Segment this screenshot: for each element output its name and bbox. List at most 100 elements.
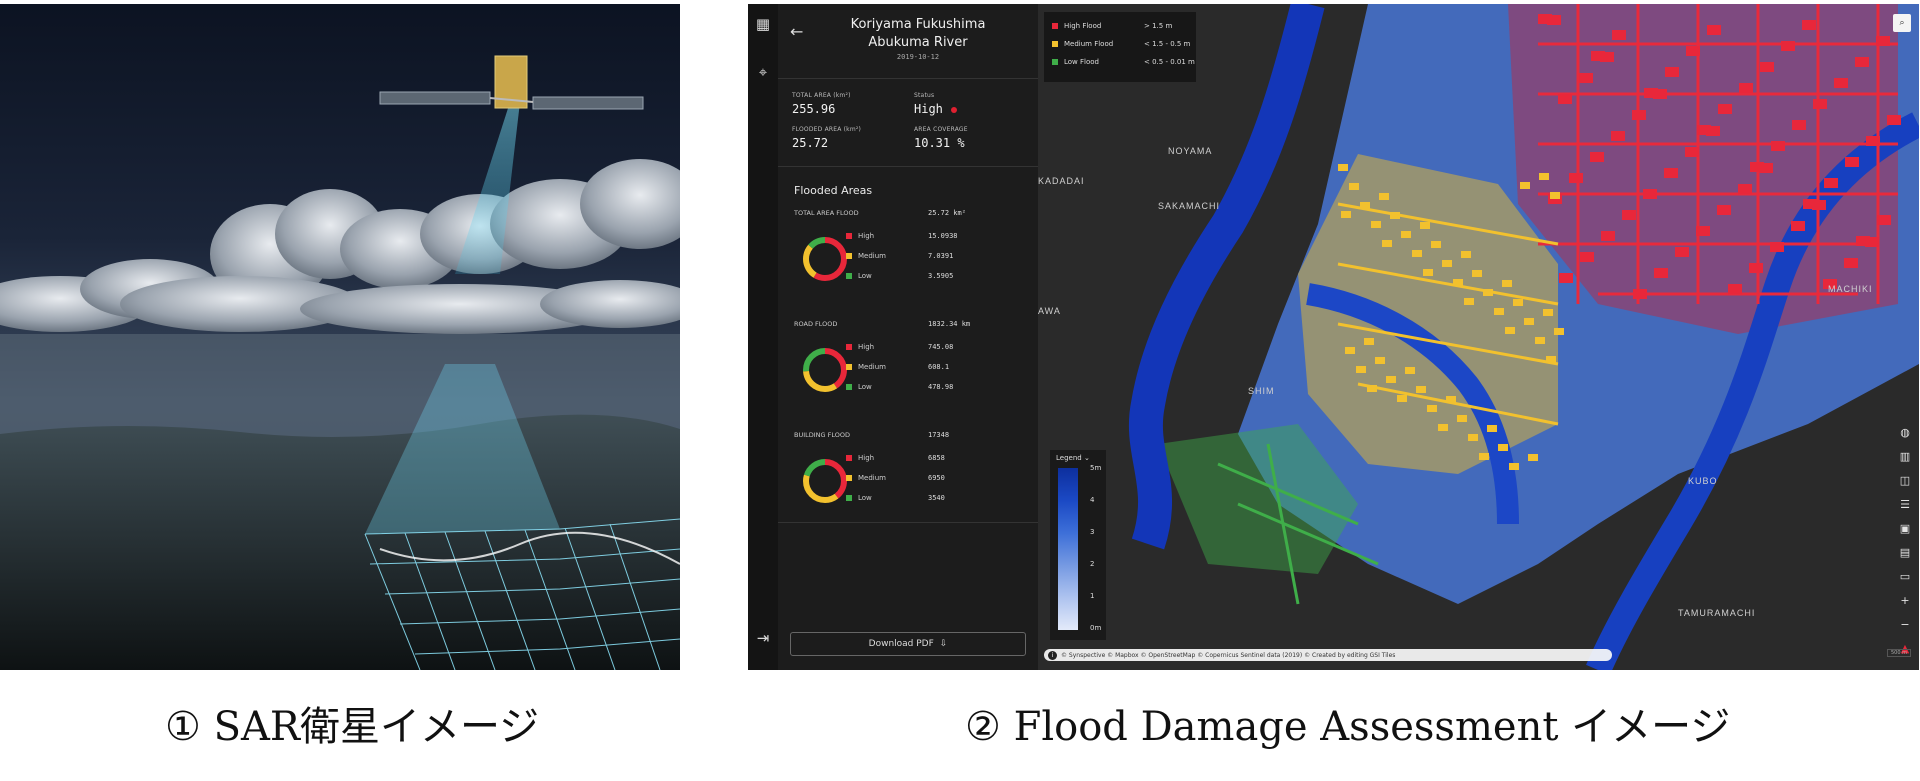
status-dot [950,106,957,113]
grid-icon[interactable]: ▣ [1895,518,1915,538]
flooded-building [1513,299,1523,306]
trash-icon[interactable]: ▤ [1895,542,1915,562]
flooded-area-label: FLOODED AREA (km²) [792,126,862,133]
flooded-building [1834,78,1848,88]
building-icon[interactable]: ▥ [1895,446,1915,466]
flooded-building [1338,164,1348,171]
flooded-building [1543,309,1553,316]
flooded-building [1423,269,1433,276]
category-label: Medium [858,474,886,482]
flooded-building [1866,136,1880,146]
flooded-building [1706,126,1720,136]
search-icon[interactable]: ⌕ [1893,14,1911,32]
swatch-low [846,273,852,279]
flooded-building [1360,202,1370,209]
dashboard-icon[interactable]: ▦ [751,12,775,36]
flooded-building [1717,205,1731,215]
flooded-building [1611,131,1625,141]
flooded-building [1686,46,1700,56]
flooded-building [1509,463,1519,470]
flood-map[interactable]: NOYAMA KADADAI SAKAMACHI AWA SHIM KUBO TAMURAM… [1038,4,1919,670]
flooded-building [1675,247,1689,257]
flooded-building [1707,25,1721,35]
depth-tick: 5m [1090,464,1102,472]
flooded-building [1791,221,1805,231]
ruler-icon[interactable]: ▭ [1895,566,1915,586]
flooded-building [1665,67,1679,77]
flooded-building [1802,20,1816,30]
flooded-building [1386,376,1396,383]
zoom-out-icon[interactable]: − [1895,614,1915,634]
flooded-building [1420,222,1430,229]
flooded-building [1427,405,1437,412]
place-label: NOYAMA [1168,146,1212,156]
sar-satellite-image [0,4,680,670]
area-date: 2019-10-12 [896,53,940,61]
depth-tick: 3 [1090,528,1095,536]
flooded-building [1558,94,1572,104]
legend-label: Medium Flood [1064,40,1114,48]
legend-swatch [1052,59,1058,65]
depth-gradient [1058,468,1078,630]
category-value: 6858 [928,454,945,462]
caption-right: ② Flood Damage Assessment イメージ [965,704,1731,750]
flooded-building [1580,252,1594,262]
flood-donut-chart [803,348,847,392]
flooded-building [1654,268,1668,278]
flooded-building [1653,89,1667,99]
flooded-building [1349,183,1359,190]
category-label: Medium [858,363,886,371]
flooded-building [1718,104,1732,114]
zoom-in-icon[interactable]: + [1895,590,1915,610]
area-title: Koriyama Fukushima Abukuma River [850,17,986,50]
download-icon: ⇩ [939,639,948,649]
category-value: 745.08 [928,343,954,351]
map-pin-icon[interactable]: ⌖ [751,60,775,84]
flooded-building [1600,52,1614,62]
place-label: KUBO [1688,476,1718,486]
flooded-building [1601,231,1615,241]
flooded-building [1405,367,1415,374]
flooded-building [1502,280,1512,287]
info-icon[interactable]: i [1048,650,1057,660]
flooded-building [1559,273,1573,283]
map-canvas: NOYAMA KADADAI SAKAMACHI AWA SHIM KUBO TAMURAM… [1038,4,1919,670]
depth-legend-title[interactable]: Legend ⌄ [1056,454,1090,462]
flooded-building [1622,210,1636,220]
flood-legend-item: Medium Flood [1052,40,1113,48]
flooded-building [1844,258,1858,268]
flooded-building [1633,289,1647,299]
info-panel: ← Koriyama Fukushima Abukuma River 2019-… [778,4,1038,670]
flood-assessment-app: ▦ ⌖ ⇥ ← Koriyama Fukushima Abukuma River… [748,4,1919,670]
globe-icon[interactable]: ◍ [1895,422,1915,442]
flooded-building [1382,240,1392,247]
flooded-building [1442,260,1452,267]
flooded-building [1664,168,1678,178]
swatch-medium [846,253,852,259]
flooded-building [1643,189,1657,199]
flood-level-legend: High Flood > 1.5 m Medium Flood < 1.5 - 0.5… [1044,12,1196,82]
flooded-building [1554,328,1564,335]
download-pdf-button[interactable]: Download PDF ⇩ [790,632,1026,656]
depth-tick: 1 [1090,592,1095,600]
caption-left: ① SAR衛星イメージ [165,704,540,750]
flooded-building [1612,30,1626,40]
category-label: Low [858,272,872,280]
sign-out-icon[interactable]: ⇥ [751,626,775,650]
back-arrow-icon[interactable]: ← [790,22,803,41]
list-icon[interactable]: ☰ [1895,494,1915,514]
flooded-building [1579,73,1593,83]
scale-bar: 500 m [1886,649,1911,657]
category-value: 478.98 [928,383,954,391]
depth-tick: 4 [1090,496,1095,504]
flooded-building [1749,263,1763,273]
swatch-low [846,495,852,501]
layers-icon[interactable]: ◫ [1895,470,1915,490]
flooded-building [1550,192,1560,199]
flooded-building [1528,454,1538,461]
flooded-building [1728,284,1742,294]
legend-label: Low Flood [1064,58,1099,66]
map-attribution: i © Synspective © Mapbox © OpenStreetMap… [1044,649,1612,661]
category-label: High [858,343,875,351]
flooded-building [1590,152,1604,162]
